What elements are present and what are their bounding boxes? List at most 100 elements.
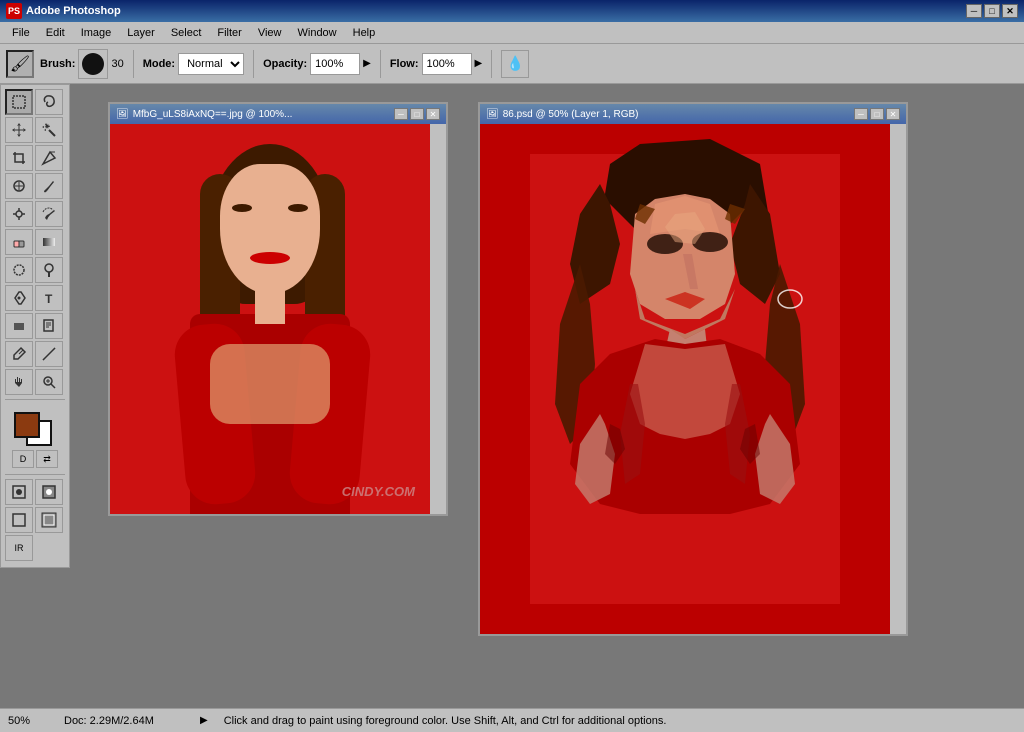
brush-size: 30 (111, 58, 123, 70)
foreground-color-swatch[interactable] (14, 412, 40, 438)
separator4 (491, 50, 492, 78)
tool-slice[interactable] (35, 145, 63, 171)
doc2-title: 86.psd @ 50% (Layer 1, RGB) (503, 109, 854, 120)
app-title: Adobe Photoshop (26, 5, 121, 17)
tool-quick-mask-on[interactable] (35, 479, 63, 505)
document-info: Doc: 2.29M/2.64M (64, 715, 184, 727)
tool-move[interactable] (5, 117, 33, 143)
menu-image[interactable]: Image (73, 25, 120, 41)
status-bar: 50% Doc: 2.29M/2.64M ▶ Click and drag to… (0, 708, 1024, 732)
mode-select[interactable]: Normal (178, 53, 244, 75)
tool-gradient[interactable] (35, 229, 63, 255)
menu-help[interactable]: Help (345, 25, 384, 41)
tools-row-8: T (5, 285, 65, 311)
menu-bar: File Edit Image Layer Select Filter View… (0, 22, 1024, 44)
flow-arrow[interactable]: ▶ (475, 58, 483, 69)
toolbar: 🖌 Brush: 30 Mode: Normal Opacity: 100% ▶… (0, 44, 1024, 84)
tool-magic-wand[interactable] (35, 117, 63, 143)
tools-row-2 (5, 117, 65, 143)
separator (133, 50, 134, 78)
tools-row-3 (5, 145, 65, 171)
tool-hand[interactable] (5, 369, 33, 395)
tool-heal[interactable] (5, 173, 33, 199)
tool-lasso[interactable] (35, 89, 63, 115)
menu-select[interactable]: Select (163, 25, 210, 41)
tools-row-7 (5, 257, 65, 283)
flow-value[interactable]: 100% (422, 53, 472, 75)
menu-layer[interactable]: Layer (119, 25, 163, 41)
divider (5, 399, 65, 400)
separator2 (253, 50, 254, 78)
tool-standard-screen[interactable] (5, 507, 33, 533)
tools-row-10 (5, 341, 65, 367)
tool-eyedropper[interactable] (5, 341, 33, 367)
brush-label: Brush: (40, 58, 75, 70)
minimize-button[interactable]: ─ (966, 4, 982, 18)
flow-label: Flow: (390, 58, 419, 70)
mode-group: Mode: Normal (143, 53, 244, 75)
close-button[interactable]: ✕ (1002, 4, 1018, 18)
tools-row-mask (5, 479, 65, 505)
tool-clone[interactable] (5, 201, 33, 227)
tool-pen[interactable] (5, 285, 33, 311)
tool-zoom[interactable] (35, 369, 63, 395)
tools-row-extras: IR (5, 535, 65, 561)
tool-brush[interactable] (35, 173, 63, 199)
tools-row-screen (5, 507, 65, 533)
menu-edit[interactable]: Edit (38, 25, 73, 41)
main-area: 🖼 MfbG_uLS8iAxNQ==.jpg @ 100%... ─ □ ✕ (70, 84, 1024, 708)
tool-measure[interactable] (35, 341, 63, 367)
doc2-maximize[interactable]: □ (870, 108, 884, 120)
opacity-arrow[interactable]: ▶ (363, 58, 371, 69)
tool-full-screen-menu[interactable] (35, 507, 63, 533)
tool-history-brush[interactable] (35, 201, 63, 227)
mode-label: Mode: (143, 58, 175, 70)
doc1-close[interactable]: ✕ (426, 108, 440, 120)
reset-colors-button[interactable]: D (12, 450, 34, 468)
tools-row-4 (5, 173, 65, 199)
tools-row-6 (5, 229, 65, 255)
status-hint: Click and drag to paint using foreground… (224, 715, 1016, 727)
tool-crop[interactable] (5, 145, 33, 171)
doc2-minimize[interactable]: ─ (854, 108, 868, 120)
doc1-canvas[interactable]: CINDY.COM (110, 124, 430, 514)
swap-colors-button[interactable]: ⇄ (36, 450, 58, 468)
flow-group: Flow: 100% ▶ (390, 53, 482, 75)
doc1-minimize[interactable]: ─ (394, 108, 408, 120)
color-area: D ⇄ (5, 406, 65, 470)
tools-panel: T (0, 84, 70, 568)
menu-view[interactable]: View (250, 25, 290, 41)
brush-group: Brush: 30 (40, 49, 124, 79)
tool-blur[interactable] (5, 257, 33, 283)
tool-dodge[interactable] (35, 257, 63, 283)
brush-tool-button[interactable]: 🖌 (6, 50, 34, 78)
doc1-watermark: CINDY.COM (342, 484, 415, 499)
doc2-titlebar: 🖼 86.psd @ 50% (Layer 1, RGB) ─ □ ✕ (480, 104, 906, 124)
tool-type[interactable]: T (35, 285, 63, 311)
opacity-label: Opacity: (263, 58, 307, 70)
doc1-maximize[interactable]: □ (410, 108, 424, 120)
tool-eraser[interactable] (5, 229, 33, 255)
menu-window[interactable]: Window (290, 25, 345, 41)
doc1-titlebar: 🖼 MfbG_uLS8iAxNQ==.jpg @ 100%... ─ □ ✕ (110, 104, 446, 124)
window-controls: ─ □ ✕ (966, 4, 1018, 18)
zoom-level: 50% (8, 715, 48, 727)
tool-quick-mask-off[interactable] (5, 479, 33, 505)
opacity-value[interactable]: 100% (310, 53, 360, 75)
tools-row-9 (5, 313, 65, 339)
menu-file[interactable]: File (4, 25, 38, 41)
document-2-window: 🖼 86.psd @ 50% (Layer 1, RGB) ─ □ ✕ (478, 102, 908, 636)
menu-filter[interactable]: Filter (209, 25, 249, 41)
doc1-controls: ─ □ ✕ (394, 108, 440, 120)
doc2-canvas[interactable] (480, 124, 890, 634)
restore-button[interactable]: □ (984, 4, 1000, 18)
separator3 (380, 50, 381, 78)
brush-preview[interactable] (78, 49, 108, 79)
tool-notes[interactable] (35, 313, 63, 339)
tool-shape[interactable] (5, 313, 33, 339)
tool-jump-imageready[interactable]: IR (5, 535, 33, 561)
airbrush-button[interactable]: 💧 (501, 50, 529, 78)
title-bar: PS Adobe Photoshop ─ □ ✕ (0, 0, 1024, 22)
doc2-close[interactable]: ✕ (886, 108, 900, 120)
tool-marquee-rect[interactable] (5, 89, 33, 115)
